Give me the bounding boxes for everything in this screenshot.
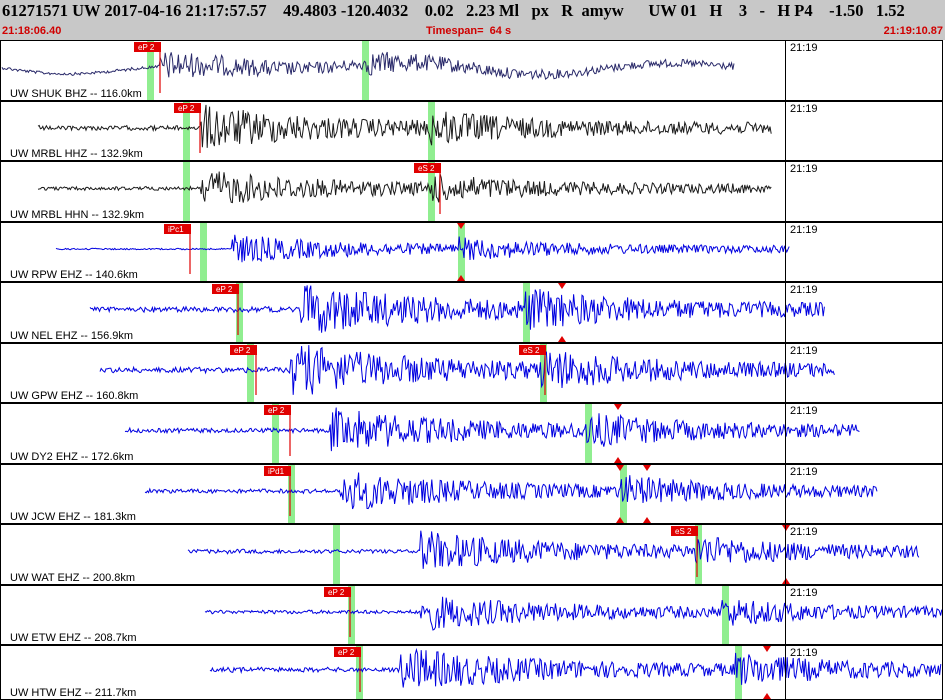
station-label: UW GPW EHZ -- 160.8km [10,390,139,402]
trace-panel[interactable]: eP 2 21:19 UW NEL EHZ -- 156.9km [0,282,945,343]
header-bar: 61271571 UW 2017-04-16 21:17:57.57 49.48… [0,0,945,40]
minute-tick [785,585,786,645]
tick-time-label: 21:19 [790,466,818,478]
tick-time-label: 21:19 [790,526,818,538]
trace-panel[interactable]: eP 2 21:19 UW SHUK BHZ -- 116.0km [0,40,945,101]
tick-time-label: 21:19 [790,647,818,659]
minute-tick [785,403,786,464]
station-label: UW DY2 EHZ -- 172.6km [10,451,134,463]
timespan-label: Timespan= 64 s [426,25,512,37]
trace-panel[interactable]: eP 2 21:19 UW ETW EHZ -- 208.7km [0,585,945,645]
minute-tick [785,464,786,524]
trace-panel[interactable]: iPc1 21:19 UW RPW EHZ -- 140.6km [0,222,945,282]
tick-time-label: 21:19 [790,42,818,54]
station-label: UW ETW EHZ -- 208.7km [10,632,137,644]
minute-tick [785,343,786,403]
tick-time-label: 21:19 [790,405,818,417]
trace-panel[interactable]: iPd1 21:19 UW JCW EHZ -- 181.3km [0,464,945,524]
trace-panel[interactable]: eP 2 21:19 UW HTW EHZ -- 211.7km [0,645,945,700]
minute-tick [785,645,786,700]
end-time: 21:19:10.87 [883,25,943,37]
station-label: UW NEL EHZ -- 156.9km [10,330,134,342]
minute-tick [785,282,786,343]
minute-tick [785,524,786,585]
tick-time-label: 21:19 [790,224,818,236]
tick-time-label: 21:19 [790,345,818,357]
station-label: UW MRBL HHN -- 132.9km [10,209,145,221]
start-time: 21:18:06.40 [2,25,62,37]
station-label: UW MRBL HHZ -- 132.9km [10,148,143,160]
trace-panel[interactable]: eP 2 eS 2 21:19 UW GPW EHZ -- 160.8km [0,343,945,403]
minute-tick [785,161,786,222]
tick-time-label: 21:19 [790,587,818,599]
seismogram-plot[interactable]: eP 2 21:19 UW SHUK BHZ -- 116.0km eP 2 21:19… [0,40,945,700]
trace-panel[interactable]: eP 2 21:19 UW DY2 EHZ -- 172.6km [0,403,945,464]
minute-tick [785,222,786,282]
station-label: UW SHUK BHZ -- 116.0km [10,88,142,100]
trace-panel[interactable]: eS 2 21:19 UW WAT EHZ -- 200.8km [0,524,945,585]
trace-panel[interactable]: eP 2 21:19 UW MRBL HHZ -- 132.9km [0,101,945,161]
trace-panel[interactable]: eS 2 21:19 UW MRBL HHN -- 132.9km [0,161,945,222]
event-title: 61271571 UW 2017-04-16 21:17:57.57 49.48… [2,1,905,20]
station-label: UW WAT EHZ -- 200.8km [10,572,136,584]
minute-tick [785,101,786,161]
station-label: UW RPW EHZ -- 140.6km [10,269,138,281]
tick-time-label: 21:19 [790,163,818,175]
station-label: UW JCW EHZ -- 181.3km [10,511,136,523]
tick-time-label: 21:19 [790,284,818,296]
tick-time-label: 21:19 [790,103,818,115]
minute-tick [785,40,786,101]
station-label: UW HTW EHZ -- 211.7km [10,687,137,699]
